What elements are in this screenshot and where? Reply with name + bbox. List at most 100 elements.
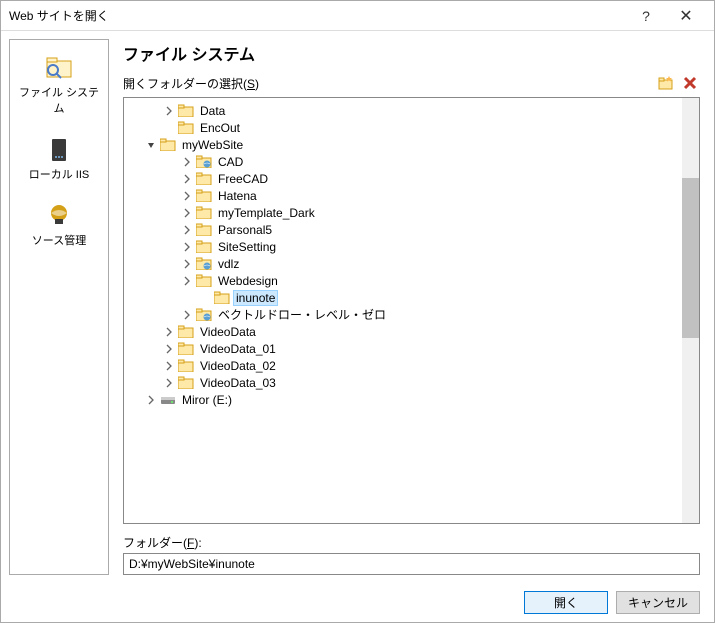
tree-row[interactable]: EncOut: [126, 119, 697, 136]
tree-item-label: SiteSetting: [215, 240, 279, 254]
tree-item-label: Miror (E:): [179, 393, 235, 407]
open-button[interactable]: 開く: [524, 591, 608, 614]
main-panel: ファイル システム 開くフォルダーの選択(S): [109, 31, 714, 583]
chevron-right-icon[interactable]: [162, 376, 176, 390]
delete-button[interactable]: [680, 73, 700, 93]
folder-icon: [178, 104, 194, 118]
tree-row[interactable]: myTemplate_Dark: [126, 204, 697, 221]
tree-container: Data EncOut myWebSite CAD FreeCAD Hatena myTem…: [123, 97, 700, 524]
tree-item-label: VideoData_02: [197, 359, 279, 373]
sidebar: ファイル システム ローカル IIS: [9, 39, 109, 575]
tree-row[interactable]: ベクトルドロー・レベル・ゼロ: [126, 306, 697, 323]
tree-item-label: VideoData_01: [197, 342, 279, 356]
tree-item-label: inunote: [233, 290, 278, 306]
folder-select-row: 開くフォルダーの選択(S): [123, 73, 700, 93]
sidebar-item-source[interactable]: ソース管理: [14, 196, 104, 254]
close-button[interactable]: ✕: [666, 2, 706, 30]
titlebar: Web サイトを開く ? ✕: [1, 1, 714, 31]
tree-item-label: Data: [197, 104, 228, 118]
scrollbar-thumb[interactable]: [682, 178, 699, 338]
chevron-right-icon[interactable]: [180, 223, 194, 237]
window-title: Web サイトを開く: [9, 7, 626, 24]
tree-row[interactable]: Webdesign: [126, 272, 697, 289]
tree-row[interactable]: VideoData: [126, 323, 697, 340]
folder-icon: [196, 223, 212, 237]
tree-row[interactable]: CAD: [126, 153, 697, 170]
tree-row[interactable]: VideoData_02: [126, 357, 697, 374]
tree-row[interactable]: inunote: [126, 289, 697, 306]
tree-item-label: VideoData: [197, 325, 259, 339]
chevron-right-icon[interactable]: [180, 189, 194, 203]
tree-row[interactable]: Parsonal5: [126, 221, 697, 238]
chevron-right-icon[interactable]: [180, 155, 194, 169]
scrollbar-track[interactable]: [682, 98, 699, 523]
folder-icon: [178, 342, 194, 356]
filesystem-icon: [43, 54, 75, 82]
button-row: 開く キャンセル: [1, 583, 714, 622]
folder-icon: [196, 240, 212, 254]
tree-item-label: Parsonal5: [215, 223, 275, 237]
chevron-right-icon[interactable]: [162, 325, 176, 339]
chevron-right-icon[interactable]: [144, 393, 158, 407]
help-button[interactable]: ?: [626, 2, 666, 30]
chevron-right-icon[interactable]: [162, 359, 176, 373]
folder-icon: [196, 172, 212, 186]
tree-row[interactable]: Miror (E:): [126, 391, 697, 408]
tree-item-label: myTemplate_Dark: [215, 206, 318, 220]
cancel-button[interactable]: キャンセル: [616, 591, 700, 614]
chevron-right-icon[interactable]: [180, 172, 194, 186]
sidebar-item-iis[interactable]: ローカル IIS: [14, 130, 104, 188]
chevron-right-icon[interactable]: [180, 257, 194, 271]
tree-row[interactable]: Hatena: [126, 187, 697, 204]
new-folder-icon: [658, 76, 674, 90]
tree-item-label: FreeCAD: [215, 172, 271, 186]
webfolder-icon: [196, 308, 212, 322]
tree-row[interactable]: myWebSite: [126, 136, 697, 153]
folder-icon: [160, 138, 176, 152]
folder-icon: [196, 274, 212, 288]
tree-row[interactable]: VideoData_01: [126, 340, 697, 357]
folder-select-label: 開くフォルダーの選択(S): [123, 75, 652, 92]
chevron-down-icon[interactable]: [144, 138, 158, 152]
folder-icon: [196, 206, 212, 220]
dialog-window: Web サイトを開く ? ✕ ファイル システム: [0, 0, 715, 623]
tree-row[interactable]: FreeCAD: [126, 170, 697, 187]
chevron-right-icon[interactable]: [180, 308, 194, 322]
folder-path-input[interactable]: [123, 553, 700, 575]
new-folder-button[interactable]: [656, 73, 676, 93]
tree-item-label: EncOut: [197, 121, 243, 135]
iis-icon: [43, 136, 75, 164]
source-icon: [43, 202, 75, 230]
sidebar-label: ソース管理: [32, 232, 86, 248]
sidebar-label: ファイル システム: [16, 84, 102, 116]
sidebar-item-filesystem[interactable]: ファイル システム: [14, 48, 104, 122]
tree-row[interactable]: Data: [126, 102, 697, 119]
folder-tree[interactable]: Data EncOut myWebSite CAD FreeCAD Hatena myTem…: [124, 98, 699, 412]
folder-icon: [178, 376, 194, 390]
chevron-right-icon[interactable]: [180, 240, 194, 254]
chevron-right-icon[interactable]: [180, 274, 194, 288]
tree-item-label: CAD: [215, 155, 246, 169]
main-title: ファイル システム: [123, 41, 700, 65]
webfolder-icon: [196, 155, 212, 169]
tree-item-label: myWebSite: [179, 138, 246, 152]
webfolder-icon: [196, 257, 212, 271]
drive-icon: [160, 393, 176, 407]
folder-icon: [178, 325, 194, 339]
tree-item-label: Hatena: [215, 189, 260, 203]
folder-icon: [196, 189, 212, 203]
tree-row[interactable]: SiteSetting: [126, 238, 697, 255]
chevron-right-icon[interactable]: [180, 206, 194, 220]
dialog-body: ファイル システム ローカル IIS: [1, 31, 714, 583]
help-icon: ?: [642, 8, 650, 24]
tree-row[interactable]: VideoData_03: [126, 374, 697, 391]
tree-item-label: ベクトルドロー・レベル・ゼロ: [215, 306, 389, 323]
chevron-right-icon[interactable]: [162, 104, 176, 118]
folder-icon: [178, 121, 194, 135]
sidebar-label: ローカル IIS: [29, 166, 90, 182]
close-icon: ✕: [679, 6, 692, 26]
tree-item-label: VideoData_03: [197, 376, 279, 390]
chevron-right-icon[interactable]: [162, 342, 176, 356]
tree-row[interactable]: vdlz: [126, 255, 697, 272]
folder-path-label: フォルダー(F):: [123, 534, 700, 551]
